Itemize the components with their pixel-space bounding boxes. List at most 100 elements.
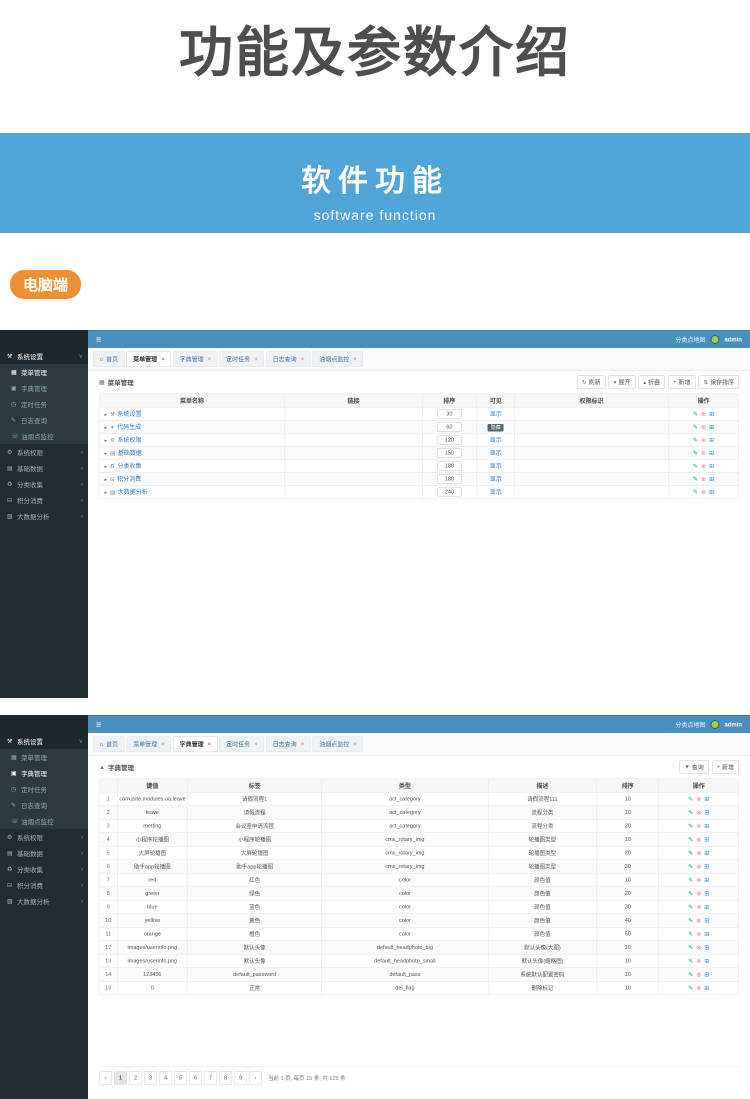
page-button-8[interactable]: 8 xyxy=(219,1071,232,1085)
edit-icon[interactable]: ✎ xyxy=(688,971,693,978)
sidebar-item-系统权限[interactable]: ⚙ 系统权限 ‹ xyxy=(0,444,88,460)
toolbar-button-保存排序[interactable]: ⇅ 保存排序 xyxy=(698,375,739,389)
delete-icon[interactable]: ⊗ xyxy=(701,475,706,482)
prev-page-button[interactable]: ‹ xyxy=(99,1071,112,1085)
edit-icon[interactable]: ✎ xyxy=(693,423,698,430)
sort-input[interactable]: 180 xyxy=(437,474,462,484)
sidebar-item-积分消费[interactable]: ⊟ 积分消费 ‹ xyxy=(0,492,88,508)
add-child-icon[interactable]: ⊞ xyxy=(704,850,709,857)
delete-icon[interactable]: ⊗ xyxy=(696,985,701,992)
add-child-icon[interactable]: ⊞ xyxy=(704,904,709,911)
tab-close-icon[interactable]: × xyxy=(353,356,357,363)
edit-icon[interactable]: ✎ xyxy=(688,796,693,803)
edit-icon[interactable]: ✎ xyxy=(693,410,698,417)
sidebar-item-定时任务[interactable]: ◷ 定时任务 xyxy=(0,781,88,797)
edit-icon[interactable]: ✎ xyxy=(688,836,693,843)
avatar[interactable] xyxy=(710,335,720,344)
tab-首页[interactable]: ⌂ 首页 xyxy=(93,351,125,367)
add-child-icon[interactable]: ⊞ xyxy=(704,877,709,884)
add-child-icon[interactable]: ⊞ xyxy=(704,809,709,816)
edit-icon[interactable]: ✎ xyxy=(688,850,693,857)
add-child-icon[interactable]: ⊞ xyxy=(709,462,714,469)
sidebar-item-积分消费[interactable]: ⊟ 积分消费 ‹ xyxy=(0,877,88,893)
caret-icon[interactable]: ▸ xyxy=(105,438,108,444)
sidebar-item-定时任务[interactable]: ◷ 定时任务 xyxy=(0,396,88,412)
add-child-icon[interactable]: ⊞ xyxy=(704,971,709,978)
delete-icon[interactable]: ⊗ xyxy=(696,877,701,884)
toolbar-button-刷新[interactable]: ↻ 刷新 xyxy=(576,375,606,389)
menu-name-link[interactable]: 系统权限 xyxy=(117,437,141,444)
sidebar-item-分类收集[interactable]: ♻ 分类收集 ‹ xyxy=(0,861,88,877)
add-child-icon[interactable]: ⊞ xyxy=(704,863,709,870)
tab-close-icon[interactable]: × xyxy=(161,741,165,748)
delete-icon[interactable]: ⊗ xyxy=(696,863,701,870)
add-child-icon[interactable]: ⊞ xyxy=(709,436,714,443)
add-child-icon[interactable]: ⊞ xyxy=(704,931,709,938)
tab-close-icon[interactable]: × xyxy=(208,741,212,748)
menu-name-link[interactable]: 分类收集 xyxy=(117,463,141,470)
add-child-icon[interactable]: ⊞ xyxy=(709,475,714,482)
sidebar-item-菜单管理[interactable]: ▦ 菜单管理 xyxy=(0,749,88,765)
delete-icon[interactable]: ⊗ xyxy=(696,971,701,978)
tab-close-icon[interactable]: × xyxy=(254,741,258,748)
delete-icon[interactable]: ⊗ xyxy=(701,449,706,456)
edit-icon[interactable]: ✎ xyxy=(693,462,698,469)
sort-input[interactable]: 120 xyxy=(437,435,462,445)
menu-name-link[interactable]: 系统设置 xyxy=(117,411,141,418)
next-page-button[interactable]: › xyxy=(249,1071,262,1085)
tab-字典管理[interactable]: 字典管理 × xyxy=(173,736,218,752)
delete-icon[interactable]: ⊗ xyxy=(696,809,701,816)
sidebar-item-字典管理[interactable]: ▣ 字典管理 xyxy=(0,765,88,781)
add-child-icon[interactable]: ⊞ xyxy=(704,985,709,992)
delete-icon[interactable]: ⊗ xyxy=(696,917,701,924)
add-child-icon[interactable]: ⊞ xyxy=(709,488,714,495)
edit-icon[interactable]: ✎ xyxy=(693,475,698,482)
tab-close-icon[interactable]: × xyxy=(208,356,212,363)
add-child-icon[interactable]: ⊞ xyxy=(704,890,709,897)
menu-name-link[interactable]: 大数据分析 xyxy=(118,489,148,496)
edit-icon[interactable]: ✎ xyxy=(688,944,693,951)
sidebar-item-油烟点监控[interactable]: ☏ 油烟点监控 xyxy=(0,428,88,444)
toolbar-button-查询[interactable]: ▼ 查询 xyxy=(679,760,709,774)
page-button-5[interactable]: 5 xyxy=(174,1071,187,1085)
tab-菜单管理[interactable]: 菜单管理 × xyxy=(126,351,172,367)
sidebar-item-系统设置[interactable]: ⚒ 系统设置 ∨ xyxy=(0,348,88,364)
sidebar-item-大数据分析[interactable]: ▧ 大数据分析 ‹ xyxy=(0,508,88,524)
edit-icon[interactable]: ✎ xyxy=(688,985,693,992)
delete-icon[interactable]: ⊗ xyxy=(696,944,701,951)
edit-icon[interactable]: ✎ xyxy=(688,904,693,911)
map-link[interactable]: 分类点地图 xyxy=(675,720,705,729)
tab-close-icon[interactable]: × xyxy=(161,356,165,363)
delete-icon[interactable]: ⊗ xyxy=(696,931,701,938)
page-button-4[interactable]: 4 xyxy=(159,1071,172,1085)
delete-icon[interactable]: ⊗ xyxy=(696,890,701,897)
add-child-icon[interactable]: ⊞ xyxy=(704,944,709,951)
page-button-3[interactable]: 3 xyxy=(144,1071,157,1085)
tab-定时任务[interactable]: 定时任务 × xyxy=(219,736,265,752)
delete-icon[interactable]: ⊗ xyxy=(696,796,701,803)
add-child-icon[interactable]: ⊞ xyxy=(709,449,714,456)
add-child-icon[interactable]: ⊞ xyxy=(704,796,709,803)
username[interactable]: admin xyxy=(724,336,742,343)
toolbar-button-展开[interactable]: ▾ 展开 xyxy=(608,375,636,389)
sidebar-item-基础数据[interactable]: ▤ 基础数据 ‹ xyxy=(0,845,88,861)
delete-icon[interactable]: ⊗ xyxy=(696,958,701,965)
edit-icon[interactable]: ✎ xyxy=(688,863,693,870)
caret-icon[interactable]: ▸ xyxy=(105,477,108,483)
edit-icon[interactable]: ✎ xyxy=(688,931,693,938)
delete-icon[interactable]: ⊗ xyxy=(696,904,701,911)
menu-name-link[interactable]: 积分消费 xyxy=(117,476,141,483)
delete-icon[interactable]: ⊗ xyxy=(696,823,701,830)
map-link[interactable]: 分类点地图 xyxy=(675,335,705,344)
toolbar-button-新增[interactable]: + 新增 xyxy=(668,375,696,389)
tab-油烟点监控[interactable]: 油烟点监控 × xyxy=(312,351,364,367)
delete-icon[interactable]: ⊗ xyxy=(701,436,706,443)
add-child-icon[interactable]: ⊞ xyxy=(704,823,709,830)
tab-close-icon[interactable]: × xyxy=(301,356,305,363)
sort-input[interactable]: 60 xyxy=(437,422,462,432)
edit-icon[interactable]: ✎ xyxy=(688,823,693,830)
toolbar-button-新增[interactable]: + 新增 xyxy=(711,760,739,774)
menu-toggle-icon[interactable]: ≡ xyxy=(96,335,101,344)
sidebar-item-系统权限[interactable]: ⚙ 系统权限 ‹ xyxy=(0,829,88,845)
delete-icon[interactable]: ⊗ xyxy=(696,850,701,857)
